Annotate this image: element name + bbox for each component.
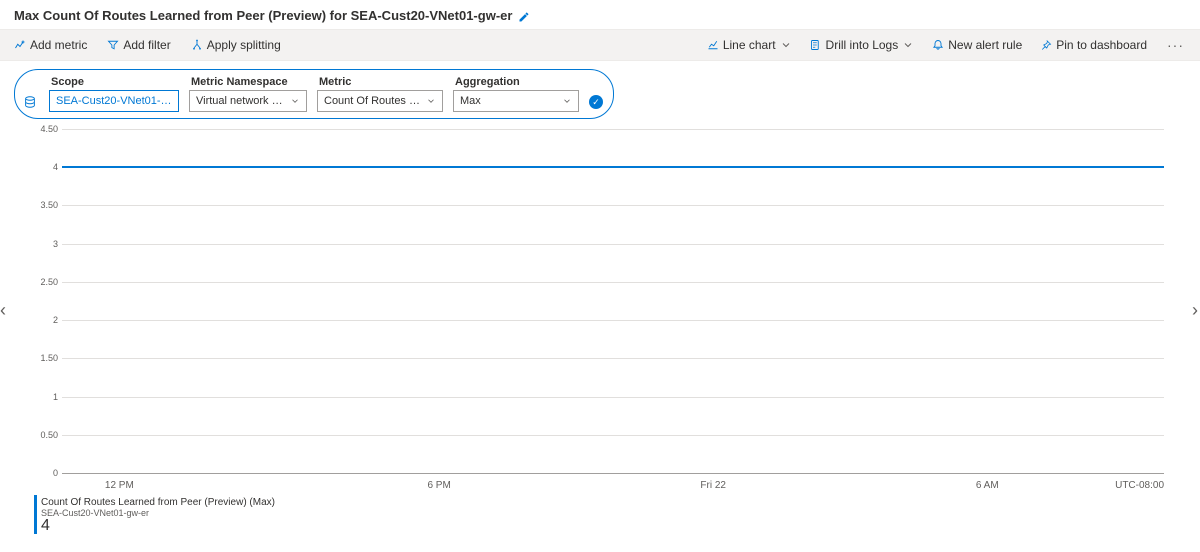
y-tick-label: 4.50 (32, 124, 58, 134)
legend-subtitle: SEA-Cust20-VNet01-gw-er (41, 508, 1172, 518)
y-tick-label: 3.50 (32, 200, 58, 210)
plot-area: 00.5011.5022.5033.5044.50 (62, 129, 1164, 473)
line-chart-icon (707, 39, 719, 51)
aggregation-select[interactable]: Max (453, 90, 579, 112)
gridline (62, 282, 1164, 283)
add-filter-label: Add filter (123, 38, 170, 52)
chevron-down-icon (562, 96, 572, 106)
page-title: Max Count Of Routes Learned from Peer (P… (14, 8, 512, 23)
y-tick-label: 0 (32, 468, 58, 478)
alert-icon (932, 39, 944, 51)
apply-splitting-button[interactable]: Apply splitting (189, 34, 283, 56)
scope-select[interactable]: SEA-Cust20-VNet01-gw-er (49, 90, 179, 112)
y-tick-label: 2 (32, 315, 58, 325)
filter-icon (107, 39, 119, 51)
scope-label: Scope (49, 76, 179, 88)
toolbar: Add metric Add filter Apply splitting Li… (0, 29, 1200, 61)
y-tick-label: 0.50 (32, 430, 58, 440)
gridline (62, 358, 1164, 359)
legend[interactable]: Count Of Routes Learned from Peer (Previ… (34, 495, 1172, 534)
new-alert-rule-button[interactable]: New alert rule (930, 34, 1024, 56)
legend-title: Count Of Routes Learned from Peer (Previ… (41, 497, 1172, 508)
resource-icon (23, 95, 37, 109)
chart: 00.5011.5022.5033.5044.50 UTC-08:00 12 P… (28, 125, 1170, 495)
next-arrow[interactable]: › (1192, 300, 1198, 321)
scope-value: SEA-Cust20-VNet01-gw-er (56, 95, 172, 107)
line-chart-label: Line chart (723, 38, 776, 52)
chevron-down-icon (902, 39, 914, 51)
add-metric-label: Add metric (30, 38, 87, 52)
new-alert-label: New alert rule (948, 38, 1022, 52)
gridline (62, 473, 1164, 474)
gridline (62, 129, 1164, 130)
prev-arrow[interactable]: ‹ (0, 300, 6, 321)
drill-logs-label: Drill into Logs (826, 38, 899, 52)
edit-icon[interactable] (518, 10, 530, 22)
add-metric-icon (14, 39, 26, 51)
gridline (62, 435, 1164, 436)
data-series-line (62, 166, 1164, 168)
pin-icon (1040, 39, 1052, 51)
x-tick-label: 12 PM (105, 480, 134, 491)
metric-value: Count Of Routes Learne… (324, 95, 422, 107)
x-tick-label: Fri 22 (700, 480, 726, 491)
timezone-label: UTC-08:00 (1115, 480, 1164, 491)
x-tick-label: 6 AM (976, 480, 999, 491)
namespace-select[interactable]: Virtual network gatewa… (189, 90, 307, 112)
y-tick-label: 1 (32, 392, 58, 402)
pin-dash-label: Pin to dashboard (1056, 38, 1147, 52)
chevron-down-icon (426, 96, 436, 106)
add-filter-button[interactable]: Add filter (105, 34, 172, 56)
y-tick-label: 2.50 (32, 277, 58, 287)
gridline (62, 397, 1164, 398)
pin-to-dashboard-button[interactable]: Pin to dashboard (1038, 34, 1149, 56)
metric-select[interactable]: Count Of Routes Learne… (317, 90, 443, 112)
gridline (62, 244, 1164, 245)
logs-icon (810, 39, 822, 51)
more-button[interactable]: ··· (1163, 37, 1188, 53)
apply-splitting-label: Apply splitting (207, 38, 281, 52)
gridline (62, 205, 1164, 206)
chevron-down-icon (780, 39, 792, 51)
aggregation-label: Aggregation (453, 76, 579, 88)
metric-label: Metric (317, 76, 443, 88)
drill-into-logs-button[interactable]: Drill into Logs (808, 34, 917, 56)
legend-value: 4 (41, 518, 1172, 534)
metric-query: Scope SEA-Cust20-VNet01-gw-er Metric Nam… (14, 69, 614, 119)
gridline (62, 320, 1164, 321)
y-tick-label: 3 (32, 239, 58, 249)
split-icon (191, 39, 203, 51)
add-metric-button[interactable]: Add metric (12, 34, 89, 56)
namespace-value: Virtual network gatewa… (196, 95, 286, 107)
aggregation-value: Max (460, 95, 481, 107)
namespace-label: Metric Namespace (189, 76, 307, 88)
x-tick-label: 6 PM (427, 480, 450, 491)
line-chart-button[interactable]: Line chart (705, 34, 794, 56)
check-icon[interactable]: ✓ (589, 95, 603, 109)
y-tick-label: 4 (32, 162, 58, 172)
y-tick-label: 1.50 (32, 353, 58, 363)
chevron-down-icon (290, 96, 300, 106)
